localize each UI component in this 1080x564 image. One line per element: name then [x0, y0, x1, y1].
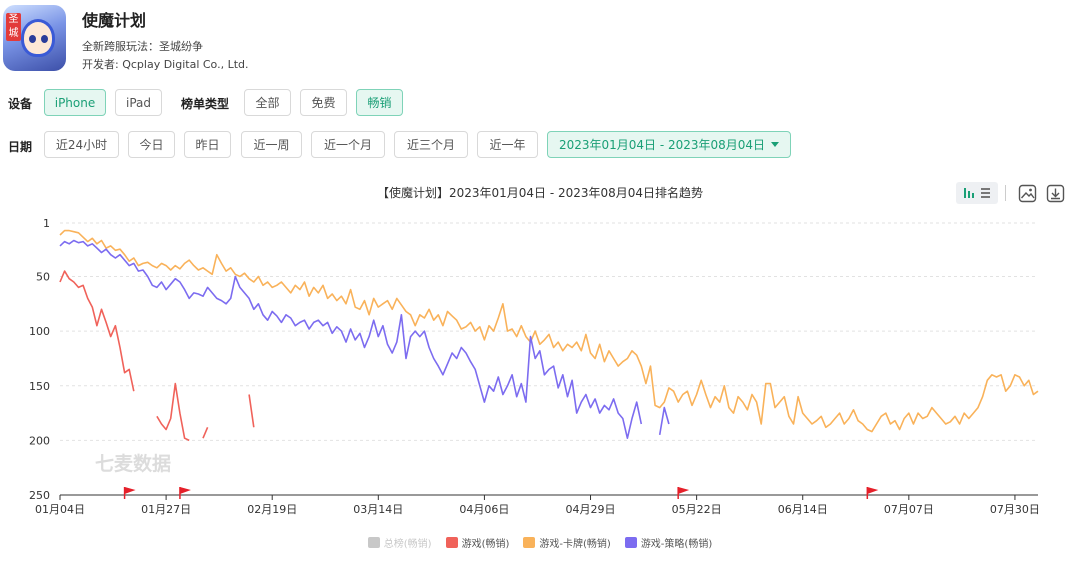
event-flag-icon[interactable] — [179, 487, 191, 499]
legend-item[interactable]: 游戏-策略(畅销) — [624, 535, 713, 550]
x-tick-label: 05月22日 — [672, 503, 722, 516]
event-flag-icon[interactable] — [866, 487, 879, 499]
legend-label: 总榜(畅销) — [383, 539, 432, 550]
date-range-value: 2023年01月04日 - 2023年08月04日 — [558, 138, 766, 152]
series-line — [156, 382, 190, 442]
app-icon-character — [21, 19, 55, 57]
legend-item[interactable]: 总榜(畅销) — [367, 535, 432, 550]
series-line — [658, 406, 670, 436]
list-icon — [981, 188, 990, 198]
app-icon: 圣城 — [3, 5, 66, 71]
legend-swatch — [367, 537, 380, 548]
date-year-button[interactable]: 近一年 — [477, 131, 538, 158]
legend-swatch — [624, 537, 637, 548]
date-week-button[interactable]: 近一周 — [241, 131, 302, 158]
date-range-picker[interactable]: 2023年01月04日 - 2023年08月04日 — [547, 131, 791, 158]
device-label: 设备 — [8, 97, 33, 111]
image-export-icon[interactable] — [1016, 182, 1038, 204]
date-today-button[interactable]: 今日 — [128, 131, 175, 158]
legend-swatch — [523, 537, 536, 548]
x-tick-label: 01月04日 — [35, 503, 85, 516]
rank-trend-chart: 七麦数据 15010015020025001月04日 01月27日 02月19日 03… — [29, 217, 1040, 516]
y-tick-label: 200 — [29, 434, 50, 447]
chart-title: 【使魔计划】2023年01月04日 - 2023年08月04日排名趋势 — [376, 186, 704, 200]
app-icon-eye-right — [41, 35, 48, 43]
date-month-button[interactable]: 近一个月 — [311, 131, 385, 158]
rank-type-label: 榜单类型 — [181, 97, 230, 111]
y-tick-label: 150 — [29, 380, 50, 393]
rank-type-all-button[interactable]: 全部 — [244, 89, 291, 116]
x-tick-label: 06月14日 — [778, 503, 828, 516]
series-line — [202, 426, 209, 439]
date-label: 日期 — [8, 140, 33, 154]
rank-type-grossing-button[interactable]: 畅销 — [356, 89, 403, 116]
date-3months-button[interactable]: 近三个月 — [394, 131, 468, 158]
chart-legend: 总榜(畅销) 游戏(畅销) 游戏-卡牌(畅销) 游戏-策略(畅销) — [0, 535, 1080, 550]
legend-label: 游戏-卡牌(畅销) — [539, 539, 611, 550]
caret-down-icon — [771, 142, 780, 147]
rank-type-free-button[interactable]: 免费 — [300, 89, 347, 116]
y-tick-label: 50 — [36, 271, 50, 284]
x-tick-label: 02月19日 — [247, 503, 297, 516]
y-tick-label: 250 — [29, 489, 50, 502]
date-yesterday-button[interactable]: 昨日 — [184, 131, 231, 158]
legend-swatch — [445, 537, 458, 548]
x-tick-label: 03月14日 — [353, 503, 403, 516]
legend-label: 游戏-策略(畅销) — [640, 539, 713, 550]
watermark: 七麦数据 — [95, 452, 171, 475]
legend-item[interactable]: 游戏-卡牌(畅销) — [523, 535, 611, 550]
y-tick-label: 100 — [29, 325, 50, 338]
device-iphone-button[interactable]: iPhone — [44, 89, 106, 116]
x-tick-label: 07月07日 — [884, 503, 934, 516]
x-tick-label: 01月27日 — [141, 503, 191, 516]
x-tick-label: 04月29日 — [566, 503, 616, 516]
app-subtitle: 全新跨服玩法：圣城纷争 — [82, 40, 203, 53]
app-developer: 开发者: Qcplay Digital Co., Ltd. — [82, 58, 249, 71]
app-icon-eye-left — [29, 35, 36, 43]
x-tick-label: 04月06日 — [459, 503, 509, 516]
date-24h-button[interactable]: 近24小时 — [44, 131, 119, 158]
series-line — [59, 239, 643, 439]
series-line — [248, 394, 255, 428]
legend-item[interactable]: 游戏(畅销) — [445, 535, 510, 550]
legend-label: 游戏(畅销) — [461, 539, 510, 550]
chart-view-toggle[interactable] — [956, 182, 998, 204]
download-icon[interactable] — [1044, 182, 1066, 204]
y-tick-label: 1 — [43, 217, 50, 230]
app-title: 使魔计划 — [82, 11, 147, 30]
toolbar-divider — [1005, 185, 1006, 201]
event-flag-icon[interactable] — [677, 487, 690, 499]
event-flag-icon[interactable] — [123, 487, 136, 499]
x-tick-label: 07月30日 — [990, 503, 1040, 516]
bar-chart-icon[interactable] — [959, 185, 995, 201]
app-icon-badge: 圣城 — [6, 13, 21, 41]
device-ipad-button[interactable]: iPad — [115, 89, 162, 116]
